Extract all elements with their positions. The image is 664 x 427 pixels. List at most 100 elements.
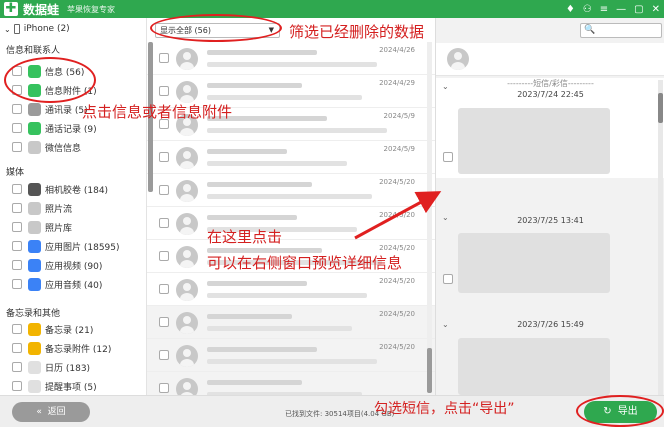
list-item[interactable]: 2024/5/20 — [147, 339, 435, 372]
list-item-checkbox[interactable] — [159, 383, 169, 393]
detail-scrollbar-thumb[interactable] — [658, 93, 663, 123]
sidebar-item-label: 通话记录 (9) — [45, 124, 97, 135]
list-item-date: 2024/5/20 — [379, 343, 415, 351]
sidebar-item-checkbox[interactable] — [12, 203, 22, 213]
bottom-bar: « 返回 已找到文件: 30514项目(4.04 GB) ↻ 导出 — [0, 395, 664, 427]
sidebar-item-checkbox[interactable] — [12, 184, 22, 194]
sidebar-item-checkbox[interactable] — [12, 362, 22, 372]
category-icon — [28, 102, 41, 116]
message-bubble — [458, 233, 610, 293]
sidebar-item-checkbox[interactable] — [12, 142, 22, 152]
detail-scrollbar-track[interactable] — [658, 80, 663, 400]
blurred-preview — [207, 95, 362, 100]
annotation-circle-export — [576, 395, 664, 427]
sidebar-item-label: 应用音频 (40) — [45, 280, 103, 291]
app-name: 数据蛙 — [23, 2, 60, 17]
list-item-checkbox[interactable] — [159, 152, 169, 162]
sidebar-item-checkbox[interactable] — [12, 343, 22, 353]
sidebar-item-checkbox[interactable] — [12, 279, 22, 289]
sidebar-item[interactable]: 提醒事项 (5) — [12, 377, 97, 395]
message-list-pane: 显示全部 (56) ▼ 2024/4/26 2024/4/29 2024/5/9 20… — [147, 18, 435, 405]
category-icon — [28, 182, 41, 196]
list-item-checkbox[interactable] — [159, 185, 169, 195]
blurred-preview — [207, 62, 377, 67]
sidebar-item-checkbox[interactable] — [12, 260, 22, 270]
close-icon[interactable]: ✕ — [652, 4, 660, 15]
category-icon — [28, 239, 41, 253]
contact-avatar — [447, 48, 469, 70]
list-item-checkbox[interactable] — [159, 86, 169, 96]
list-item-checkbox[interactable] — [159, 53, 169, 63]
sidebar-item-checkbox[interactable] — [12, 381, 22, 391]
back-icon: « — [36, 407, 42, 417]
sidebar-item-checkbox[interactable] — [12, 241, 22, 251]
contact-avatar — [176, 180, 198, 202]
sidebar-item-label: 照片库 — [45, 223, 73, 234]
back-button[interactable]: « 返回 — [12, 402, 90, 422]
message-checkbox[interactable] — [443, 152, 453, 162]
list-item-checkbox[interactable] — [159, 218, 169, 228]
sidebar-item[interactable]: 应用音频 (40) — [12, 275, 102, 293]
list-item[interactable]: 2024/5/9 — [147, 141, 435, 174]
category-icon — [28, 277, 41, 291]
sidebar-item[interactable]: 日历 (183) — [12, 358, 90, 376]
annotation-circle-messages — [4, 57, 96, 103]
message-date: 2023/7/24 22:45 — [517, 90, 584, 99]
blurred-contact — [207, 50, 317, 55]
contact-avatar — [176, 246, 198, 268]
maximize-icon[interactable]: ▢ — [634, 4, 643, 15]
message-date: 2023/7/26 15:49 — [517, 320, 584, 329]
contact-avatar — [176, 81, 198, 103]
sidebar-item[interactable]: 微信信息 — [12, 138, 81, 156]
message-checkbox[interactable] — [443, 274, 453, 284]
menu-icon[interactable]: ≡ — [600, 4, 608, 15]
sidebar-item[interactable]: 应用图片 (18595) — [12, 237, 120, 255]
search-input[interactable]: 🔍 — [580, 23, 662, 38]
list-item-date: 2024/5/20 — [379, 277, 415, 285]
list-item-checkbox[interactable] — [159, 350, 169, 360]
list-item[interactable]: 2024/5/20 — [147, 207, 435, 240]
sidebar-item-label: 相机胶卷 (184) — [45, 185, 109, 196]
vip-icon[interactable]: ♦ — [566, 4, 575, 15]
sidebar-item[interactable]: 照片库 — [12, 218, 72, 236]
list-item-checkbox[interactable] — [159, 251, 169, 261]
window-controls: ♦ ⚇ ≡ — ▢ ✕ — [566, 0, 660, 18]
annotation-circle-filter — [150, 14, 282, 42]
blurred-contact — [207, 347, 317, 352]
category-icon — [28, 322, 41, 336]
device-row[interactable]: ⌄ iPhone (2) — [4, 20, 70, 38]
list-scrollbar-thumb[interactable] — [427, 348, 432, 393]
message-block-2: ⌄ 2023/7/25 13:41 — [436, 178, 664, 298]
blurred-preview — [207, 293, 367, 298]
sidebar-item[interactable]: 备忘录 (21) — [12, 320, 93, 338]
sidebar-item[interactable]: 应用视频 (90) — [12, 256, 102, 274]
title-bar: ✚ 数据蛙 苹果恢复专家 ♦ ⚇ ≡ — ▢ ✕ — [0, 0, 664, 18]
list-item-checkbox[interactable] — [159, 284, 169, 294]
annotation-filter-note: 筛选已经删除的数据 — [289, 23, 425, 41]
sidebar-item-label: 微信信息 — [45, 143, 82, 154]
list-item[interactable]: 2024/5/20 — [147, 174, 435, 207]
message-bubble — [458, 338, 610, 395]
account-icon[interactable]: ⚇ — [583, 4, 592, 15]
sidebar-item[interactable]: 备忘录附件 (12) — [12, 339, 111, 357]
minimize-icon[interactable]: — — [616, 4, 626, 15]
sidebar-item-checkbox[interactable] — [12, 104, 22, 114]
sidebar-item-label: 照片流 — [45, 204, 73, 215]
sidebar-item-checkbox[interactable] — [12, 222, 22, 232]
list-item[interactable]: 2024/5/20 — [147, 306, 435, 339]
sidebar-item[interactable]: 相机胶卷 (184) — [12, 180, 108, 198]
category-icon — [28, 220, 41, 234]
sidebar-item-checkbox[interactable] — [12, 324, 22, 334]
sidebar-item-label: 应用图片 (18595) — [45, 242, 120, 253]
detail-header-label: ---------短信/彩信--------- — [507, 79, 594, 88]
contact-avatar — [176, 279, 198, 301]
sidebar-item[interactable]: 照片流 — [12, 199, 72, 217]
device-expand-icon[interactable]: ⌄ — [4, 25, 11, 34]
sidebar-item-checkbox[interactable] — [12, 123, 22, 133]
list-item-checkbox[interactable] — [159, 317, 169, 327]
list-item[interactable]: 2024/4/26 — [147, 42, 435, 75]
blurred-contact — [207, 149, 287, 154]
list-scrollbar-track[interactable] — [427, 42, 432, 382]
list-item[interactable]: 2024/5/20 — [147, 273, 435, 306]
sidebar-item-label: 日历 (183) — [45, 363, 91, 374]
